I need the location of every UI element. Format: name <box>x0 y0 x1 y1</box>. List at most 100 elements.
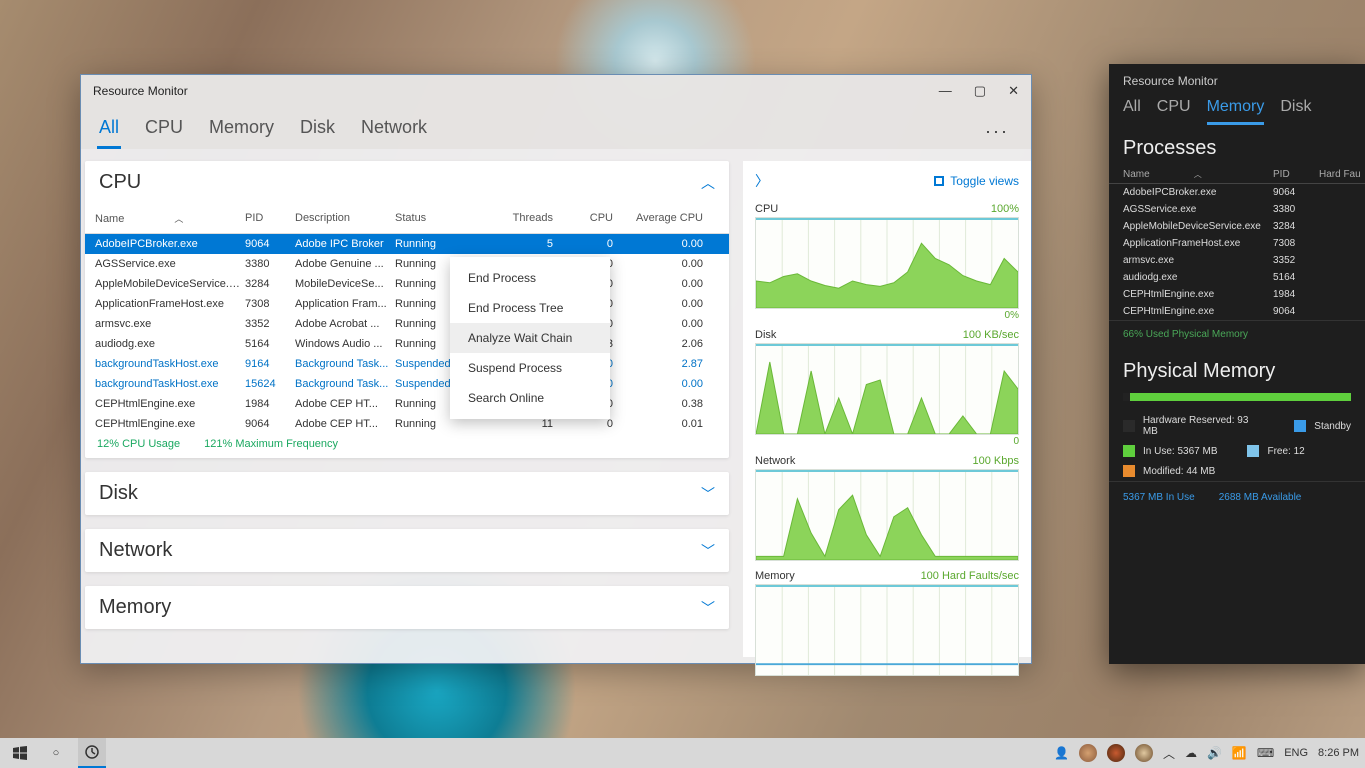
col-pid[interactable]: PID <box>243 208 293 229</box>
table-row[interactable]: CEPHtmlEngine.exe1984Adobe CEP HT...Runn… <box>85 394 729 414</box>
col-threads[interactable]: Threads <box>469 208 555 229</box>
context-menu-item[interactable]: Suspend Process <box>450 353 610 383</box>
dark-tab-cpu[interactable]: CPU <box>1157 98 1191 125</box>
table-row[interactable]: ApplicationFrameHost.exe7308Application … <box>85 294 729 314</box>
close-button[interactable]: ✕ <box>1008 83 1019 99</box>
disk-panel: Disk ﹀ <box>85 472 729 515</box>
table-row[interactable]: CEPHtmlEngine.exe9064Adobe CEP HT...Runn… <box>85 414 729 432</box>
col-name[interactable]: Name <box>95 213 124 225</box>
dark-window-title: Resource Monitor <box>1109 64 1365 94</box>
memory-bar <box>1123 393 1351 401</box>
table-row[interactable]: backgroundTaskHost.exe9164Background Tas… <box>85 354 729 374</box>
table-row[interactable]: backgroundTaskHost.exe15624Background Ta… <box>85 374 729 394</box>
keyboard-icon[interactable]: ⌨ <box>1257 746 1274 760</box>
people-icon[interactable]: 👤 <box>1054 746 1069 760</box>
onedrive-icon[interactable]: ☁ <box>1185 746 1197 760</box>
dark-tab-memory[interactable]: Memory <box>1207 98 1265 125</box>
physical-memory-title: Physical Memory <box>1109 348 1365 389</box>
context-menu: End ProcessEnd Process TreeAnalyze Wait … <box>450 257 610 419</box>
toggle-views-button[interactable]: Toggle views <box>934 174 1019 188</box>
legend-item: Standby <box>1294 415 1351 437</box>
charts-sidebar: 〉 Toggle views CPU100% 0% Disk100 KB/sec… <box>743 161 1031 657</box>
start-button[interactable] <box>6 738 34 768</box>
col-description[interactable]: Description <box>293 208 393 229</box>
legend-item: Hardware Reserved: 93 MB <box>1123 415 1264 437</box>
memory-legend: Hardware Reserved: 93 MB Standby In Use: 5… <box>1109 411 1365 481</box>
wifi-icon[interactable]: 📶 <box>1232 746 1247 760</box>
tab-disk[interactable]: Disk <box>298 113 337 149</box>
tab-all[interactable]: All <box>97 113 121 149</box>
maximize-button[interactable]: ▢ <box>974 83 986 99</box>
chevron-down-icon[interactable]: ﹀ <box>701 541 715 561</box>
network-panel: Network ﹀ <box>85 529 729 572</box>
mem-inuse-stat: 5367 MB In Use <box>1123 492 1195 503</box>
tab-cpu[interactable]: CPU <box>143 113 185 149</box>
legend-item: In Use: 5367 MB <box>1123 445 1217 457</box>
table-row[interactable]: armsvc.exe3352 <box>1109 252 1365 269</box>
legend-item: Modified: 44 MB <box>1123 465 1215 477</box>
avatar[interactable] <box>1079 744 1097 762</box>
disk-panel-title: Disk <box>99 482 138 505</box>
col-avg-cpu[interactable]: Average CPU <box>615 208 705 229</box>
taskbar-app-resource-monitor[interactable] <box>78 738 106 768</box>
table-row[interactable]: AGSService.exe3380Adobe Genuine ...Runni… <box>85 254 729 274</box>
dark-processes-footer: 66% Used Physical Memory <box>1109 320 1365 348</box>
table-row[interactable]: AGSService.exe3380 <box>1109 201 1365 218</box>
sort-caret-icon: ︿ <box>1194 169 1202 180</box>
chart-disk: Disk100 KB/sec 0 <box>755 327 1019 447</box>
context-menu-item[interactable]: Analyze Wait Chain <box>450 323 610 353</box>
dark-col-name[interactable]: Name︿ <box>1123 169 1273 180</box>
minimize-button[interactable]: — <box>939 83 952 99</box>
table-row[interactable]: CEPHtmlEngine.exe1984 <box>1109 286 1365 303</box>
chevron-down-icon[interactable]: ﹀ <box>701 484 715 504</box>
chart-network: Network100 Kbps <box>755 453 1019 562</box>
network-panel-title: Network <box>99 539 172 562</box>
table-row[interactable]: armsvc.exe3352Adobe Acrobat ...Running00… <box>85 314 729 334</box>
table-row[interactable]: AppleMobileDeviceService.exe3284 <box>1109 218 1365 235</box>
col-cpu[interactable]: CPU <box>555 208 615 229</box>
language-indicator[interactable]: ENG <box>1284 747 1308 759</box>
chevron-right-icon[interactable]: 〉 <box>755 171 769 191</box>
chart-cpu: CPU100% 0% <box>755 201 1019 321</box>
table-row[interactable]: CEPHtmlEngine.exe9064 <box>1109 303 1365 320</box>
dark-tab-all[interactable]: All <box>1123 98 1141 125</box>
more-icon[interactable]: ··· <box>985 121 1015 142</box>
chevron-down-icon[interactable]: ﹀ <box>701 598 715 618</box>
context-menu-item[interactable]: End Process Tree <box>450 293 610 323</box>
search-icon[interactable]: ○ <box>42 738 70 768</box>
dark-col-hard[interactable]: Hard Fau <box>1319 169 1365 180</box>
chevron-up-icon[interactable]: ︿ <box>1163 745 1175 762</box>
memory-panel: Memory ﹀ <box>85 586 729 629</box>
mem-seg-inuse <box>1130 393 1351 401</box>
context-menu-item[interactable]: End Process <box>450 263 610 293</box>
cpu-panel-title: CPU <box>99 171 141 194</box>
table-row[interactable]: AdobeIPCBroker.exe9064 <box>1109 184 1365 201</box>
context-menu-item[interactable]: Search Online <box>450 383 610 413</box>
tab-network[interactable]: Network <box>359 113 429 149</box>
cpu-panel: CPU ︿ Name ︿ PID Description Status Threa… <box>85 161 729 458</box>
mem-avail-stat: 2688 MB Available <box>1219 492 1302 503</box>
chevron-up-icon[interactable]: ︿ <box>701 173 715 193</box>
legend-item: Free: 12 <box>1247 445 1304 457</box>
tab-memory[interactable]: Memory <box>207 113 276 149</box>
cpu-column-headers[interactable]: Name ︿ PID Description Status Threads CPU… <box>85 204 729 234</box>
dark-col-pid[interactable]: PID <box>1273 169 1319 180</box>
taskbar: ○ 👤 ︿ ☁ 🔊 📶 ⌨ ENG 8:26 PM <box>0 738 1365 768</box>
table-row[interactable]: AppleMobileDeviceService.exe3284MobileDe… <box>85 274 729 294</box>
table-row[interactable]: ApplicationFrameHost.exe7308 <box>1109 235 1365 252</box>
clock[interactable]: 8:26 PM <box>1318 747 1359 759</box>
chart-memory: Memory100 Hard Faults/sec <box>755 568 1019 677</box>
dark-tab-disk[interactable]: Disk <box>1280 98 1311 125</box>
avatar[interactable] <box>1107 744 1125 762</box>
table-row[interactable]: audiodg.exe5164Windows Audio ...Running3… <box>85 334 729 354</box>
table-row[interactable]: audiodg.exe5164 <box>1109 269 1365 286</box>
table-row[interactable]: AdobeIPCBroker.exe9064Adobe IPC BrokerRu… <box>85 234 729 254</box>
mem-seg-reserved <box>1123 393 1130 401</box>
main-tabs: All CPU Memory Disk Network ··· <box>81 107 1031 149</box>
col-status[interactable]: Status <box>393 208 469 229</box>
sort-caret-icon: ︿ <box>174 212 183 225</box>
square-icon <box>934 176 944 186</box>
volume-icon[interactable]: 🔊 <box>1207 746 1222 760</box>
avatar[interactable] <box>1135 744 1153 762</box>
titlebar[interactable]: Resource Monitor — ▢ ✕ <box>81 75 1031 107</box>
